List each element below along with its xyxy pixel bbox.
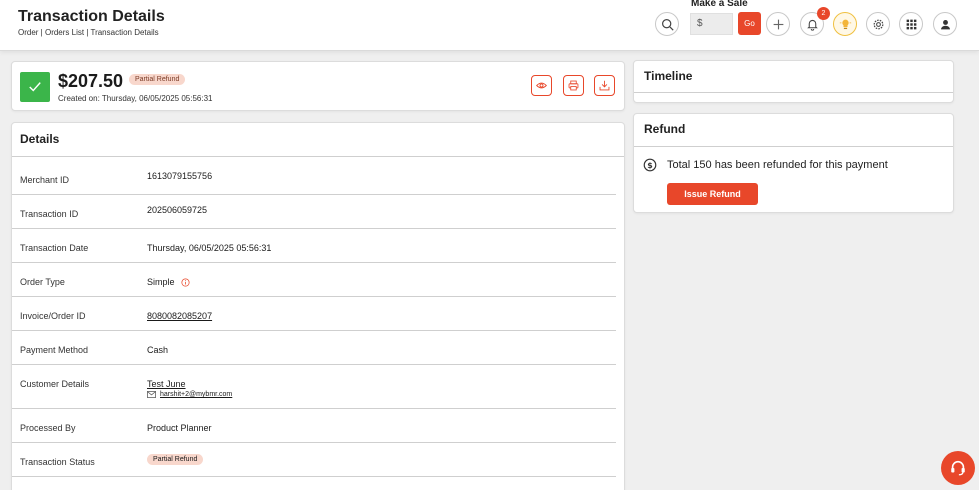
detail-label: Payment Method bbox=[20, 345, 89, 355]
detail-label: Processed By bbox=[20, 423, 76, 433]
plus-icon bbox=[773, 19, 783, 29]
download-button[interactable] bbox=[594, 75, 615, 96]
transaction-summary-card: $207.50 Partial Refund Created on: Thurs… bbox=[11, 61, 625, 111]
dollar-circle-icon: $ bbox=[643, 158, 657, 172]
invoice-link[interactable]: 8080082085207 bbox=[147, 311, 212, 321]
notification-badge: 2 bbox=[817, 7, 830, 20]
add-button[interactable] bbox=[766, 12, 790, 36]
detail-label: Transaction ID bbox=[20, 209, 79, 219]
apps-button[interactable] bbox=[899, 12, 923, 36]
detail-row-processed-by: Processed By Product Planner bbox=[12, 409, 616, 443]
timeline-card: Timeline bbox=[633, 60, 954, 103]
page-title: Transaction Details bbox=[18, 8, 165, 25]
search-button[interactable] bbox=[655, 12, 679, 36]
check-icon bbox=[29, 82, 41, 92]
sale-amount-input[interactable]: $ bbox=[690, 13, 733, 35]
svg-text:$: $ bbox=[647, 161, 652, 170]
details-title: Details bbox=[12, 123, 624, 157]
detail-label: Transaction Status bbox=[20, 457, 95, 467]
customer-email: harshit+2@mybmr.com bbox=[147, 391, 232, 398]
detail-label: Invoice/Order ID bbox=[20, 311, 86, 321]
timeline-title: Timeline bbox=[634, 61, 953, 93]
detail-label: Transaction Date bbox=[20, 243, 89, 253]
settings-button[interactable] bbox=[866, 12, 890, 36]
transaction-status-badge: Partial Refund bbox=[147, 454, 204, 465]
detail-row-merchant-id: Merchant ID 1613079155756 bbox=[12, 161, 616, 195]
make-sale-label: Make a Sale bbox=[691, 0, 748, 9]
detail-row-transaction-date: Transaction Date Thursday, 06/05/2025 05… bbox=[12, 229, 616, 263]
detail-label: Customer Details bbox=[20, 379, 90, 389]
eye-icon bbox=[536, 82, 547, 89]
detail-row-invoice-id: Invoice/Order ID 8080082085207 bbox=[12, 297, 616, 331]
detail-label: Merchant ID bbox=[20, 175, 70, 185]
detail-row-payment-method: Payment Method Cash bbox=[12, 331, 616, 365]
details-card: Details Merchant ID 1613079155756 Transa… bbox=[11, 122, 625, 490]
success-check bbox=[20, 72, 50, 102]
issue-refund-button[interactable]: Issue Refund bbox=[667, 183, 758, 205]
headset-icon bbox=[951, 460, 965, 476]
gear-icon bbox=[873, 19, 883, 29]
view-button[interactable] bbox=[531, 75, 552, 96]
detail-value-wrap: Simple bbox=[147, 277, 190, 287]
transaction-amount: $207.50 bbox=[58, 71, 124, 91]
detail-value: 202506059725 bbox=[147, 205, 208, 215]
mail-icon bbox=[147, 391, 156, 398]
bell-icon bbox=[806, 19, 818, 31]
breadcrumb[interactable]: Order | Orders List | Transaction Detail… bbox=[18, 28, 159, 37]
detail-row-transaction-status: Transaction Status Partial Refund bbox=[12, 443, 616, 477]
detail-row-customer: Customer Details Test June harshit+2@myb… bbox=[12, 365, 616, 409]
detail-value: Thursday, 06/05/2025 05:56:31 bbox=[147, 243, 272, 253]
customer-email-link[interactable]: harshit+2@mybmr.com bbox=[160, 391, 232, 398]
detail-label: Order Type bbox=[20, 277, 65, 287]
info-icon[interactable] bbox=[181, 278, 190, 287]
go-button[interactable]: Go bbox=[738, 12, 761, 35]
support-chat-button[interactable] bbox=[941, 451, 975, 485]
user-icon bbox=[940, 19, 950, 29]
detail-row-transaction-id: Transaction ID 202506059725 bbox=[12, 195, 616, 229]
print-button[interactable] bbox=[563, 75, 584, 96]
profile-button[interactable] bbox=[933, 12, 957, 36]
detail-row-order-type: Order Type Simple bbox=[12, 263, 616, 297]
lightbulb-icon bbox=[839, 19, 851, 29]
print-icon bbox=[568, 80, 579, 91]
detail-value: Cash bbox=[147, 345, 169, 355]
customer-link[interactable]: Test June bbox=[147, 379, 186, 389]
refund-card: Refund $ Total 150 has been refunded for… bbox=[633, 113, 954, 213]
apps-grid-icon bbox=[906, 19, 916, 29]
ideas-button[interactable] bbox=[833, 12, 857, 36]
detail-value: 1613079155756 bbox=[147, 171, 213, 181]
detail-value: Simple bbox=[147, 277, 175, 287]
detail-value: Product Planner bbox=[147, 423, 212, 433]
download-icon bbox=[599, 80, 610, 91]
status-badge: Partial Refund bbox=[129, 74, 186, 85]
top-bar: Transaction Details Order | Orders List … bbox=[0, 0, 979, 51]
refund-message: Total 150 has been refunded for this pay… bbox=[667, 159, 888, 171]
search-icon bbox=[661, 18, 674, 31]
refund-title: Refund bbox=[634, 114, 953, 147]
created-timestamp: Created on: Thursday, 06/05/2025 05:56:3… bbox=[58, 94, 213, 103]
